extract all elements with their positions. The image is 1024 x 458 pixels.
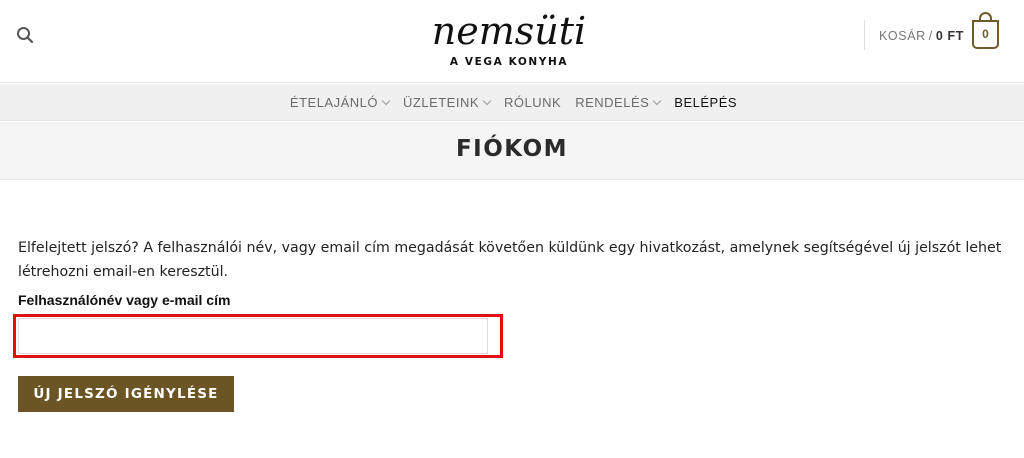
- header-divider: [864, 20, 865, 50]
- cart-link[interactable]: KOSÁR/0 FT: [879, 29, 964, 43]
- nav-item-rolunk[interactable]: RÓLUNK: [504, 95, 561, 110]
- nav-item-belepes[interactable]: BELÉPÉS: [674, 95, 737, 110]
- nav-item-uzleteink[interactable]: ÜZLETEINK: [403, 95, 492, 110]
- nav-item-etelajanlo[interactable]: ÉTELAJÁNLÓ: [289, 95, 391, 110]
- username-email-input[interactable]: [18, 318, 488, 354]
- page-title: FIÓKOM: [455, 136, 569, 162]
- site-header: nemsüti A VEGA KONYHA KOSÁR/0 FT 0: [0, 0, 1024, 83]
- logo-script: nemsüti: [432, 9, 586, 53]
- nav-item-rendeles[interactable]: RENDELÉS: [575, 95, 662, 110]
- svg-text:nemsüti: nemsüti: [432, 9, 586, 53]
- search-icon[interactable]: [16, 26, 34, 44]
- nav-item-label: RÓLUNK: [504, 95, 562, 110]
- cart-separator: /: [928, 29, 933, 43]
- nav-item-label: BELÉPÉS: [674, 95, 738, 110]
- nav-item-label: ÜZLETEINK: [403, 95, 480, 110]
- chevron-down-icon: [381, 96, 391, 105]
- lost-password-intro: Elfelejtett jelszó? A felhasználói név, …: [18, 240, 1002, 280]
- logo-tagline: A VEGA KONYHA: [449, 56, 569, 68]
- chevron-down-icon: [653, 96, 662, 105]
- username-field-label: Felhasználónév vagy e-mail cím: [18, 292, 231, 308]
- chevron-down-icon: [482, 96, 492, 105]
- cart-count-badge[interactable]: 0: [972, 20, 999, 49]
- request-new-password-button[interactable]: ÚJ JELSZÓ IGÉNYLÉSE: [18, 376, 234, 412]
- nav-item-label: RENDELÉS: [575, 95, 650, 110]
- main-navigation: ÉTELAJÁNLÓ ÜZLETEINK RÓLUNK RENDELÉS BEL…: [0, 84, 1024, 121]
- cart-amount: 0 FT: [935, 29, 964, 43]
- page-title-band: FIÓKOM: [0, 122, 1024, 180]
- nav-item-label: ÉTELAJÁNLÓ: [289, 95, 379, 110]
- cart-label: KOSÁR: [879, 29, 926, 43]
- site-logo[interactable]: nemsüti A VEGA KONYHA: [424, 4, 594, 70]
